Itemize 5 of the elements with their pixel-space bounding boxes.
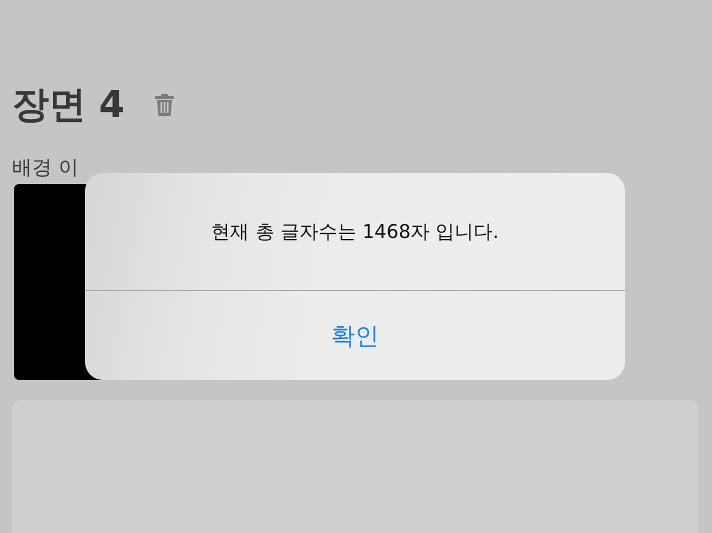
trash-icon[interactable]: [154, 94, 174, 116]
scene-title: 장면 4: [12, 82, 125, 128]
background-label: 배경 이: [12, 154, 80, 180]
confirm-button[interactable]: 확인: [85, 291, 625, 380]
alert-message: 현재 총 글자수는 1468자 입니다.: [85, 173, 625, 291]
